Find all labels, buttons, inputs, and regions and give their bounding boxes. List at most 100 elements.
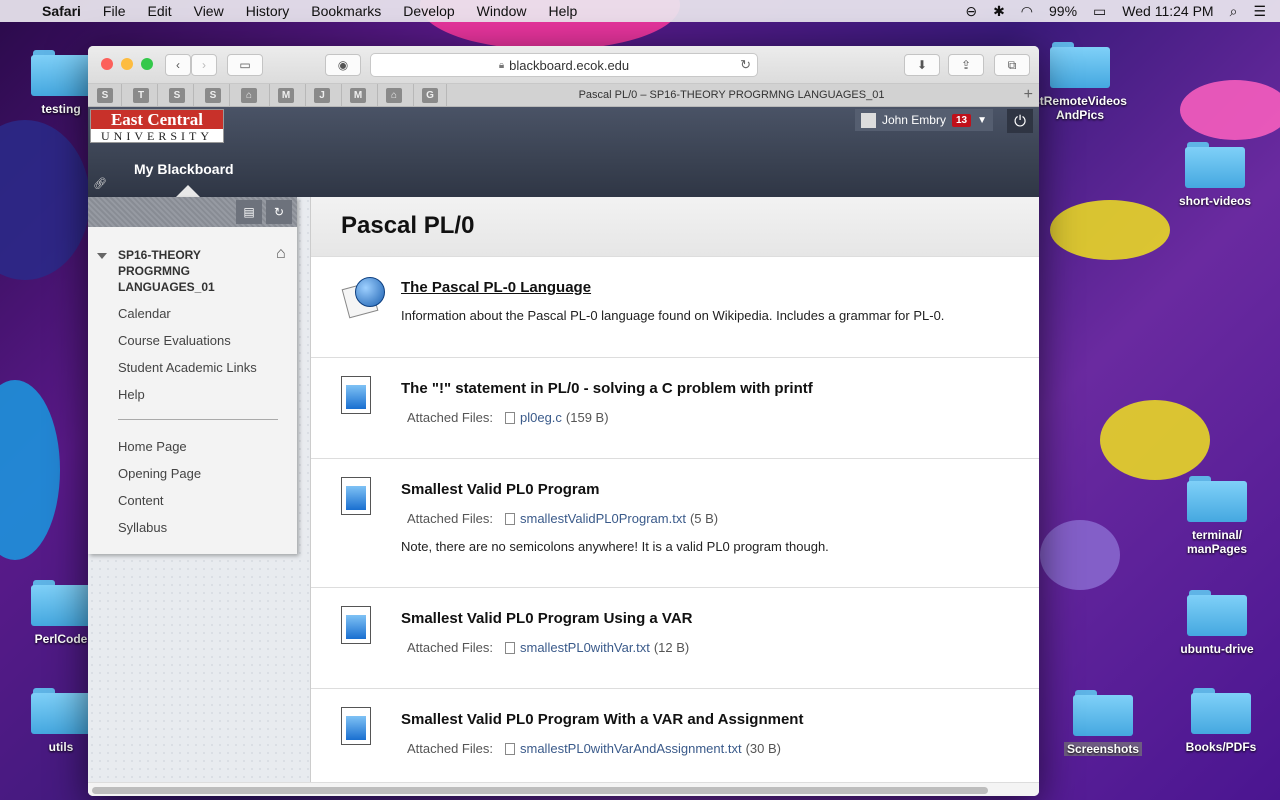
bluetooth-icon[interactable]: ✱ <box>993 3 1005 20</box>
horizontal-scrollbar[interactable] <box>88 782 1039 796</box>
desktop-folder-short-videos[interactable]: short-videos <box>1160 142 1270 208</box>
do-not-disturb-icon[interactable]: ⊖ <box>965 3 977 20</box>
content-item-note: Note, there are no semicolons anywhere! … <box>401 539 829 554</box>
menu-history[interactable]: History <box>246 3 290 19</box>
refresh-icon[interactable]: ↻ <box>266 200 292 224</box>
new-tab-button[interactable]: + <box>1024 86 1033 104</box>
active-tab-title[interactable]: Pascal PL/0 – SP16-THEORY PROGRMNG LANGU… <box>448 89 1015 101</box>
desktop-folder-terminal-manpages[interactable]: terminal/ manPages <box>1162 476 1272 556</box>
folder-icon <box>31 580 91 626</box>
pinned-tab-github-icon[interactable]: ⌂ <box>386 88 402 103</box>
home-icon[interactable]: ⌂ <box>276 245 286 263</box>
sidebar-item-content[interactable]: Content <box>118 493 164 508</box>
active-tab-indicator <box>176 185 200 197</box>
menu-help[interactable]: Help <box>548 3 577 19</box>
privacy-shield-button[interactable]: ◉ <box>325 54 361 76</box>
sidebar-item-home-page[interactable]: Home Page <box>118 439 187 454</box>
sidebar-item-course-evaluations[interactable]: Course Evaluations <box>118 333 231 348</box>
desktop-folder-label: Books/PDFs <box>1185 740 1257 754</box>
pinned-tab-favicon[interactable]: G <box>422 88 438 103</box>
attachment-link[interactable]: pl0eg.c <box>520 410 562 425</box>
back-button[interactable]: ‹ <box>165 54 191 76</box>
folder-icon <box>1073 690 1133 736</box>
sidebar-item-syllabus[interactable]: Syllabus <box>118 520 167 535</box>
pinned-tab-favicon[interactable]: M <box>350 88 366 103</box>
sidebar-item-opening-page[interactable]: Opening Page <box>118 466 201 481</box>
pinned-tab-favicon[interactable]: T <box>133 88 149 103</box>
tabs-overview-button[interactable]: ⧉ <box>994 54 1030 76</box>
pinned-tab-favicon[interactable]: S <box>205 88 221 103</box>
pinned-tab-favicon[interactable]: S <box>97 88 113 103</box>
wallpaper-splat <box>1180 80 1280 140</box>
pinned-tab-github-icon[interactable]: ⌂ <box>241 88 257 103</box>
close-window-button[interactable] <box>101 58 113 70</box>
collapse-triangle-icon[interactable] <box>97 253 107 259</box>
scrollbar-thumb[interactable] <box>92 787 988 794</box>
battery-icon[interactable]: ▭ <box>1093 3 1106 20</box>
content-item-title: Smallest Valid PL0 Program <box>401 481 600 498</box>
minimize-window-button[interactable] <box>121 58 133 70</box>
browser-toolbar: ‹ › ▭ ◉ 🔒︎ blackboard.ecok.edu ↻ ⬇ ⇪ ⧉ <box>88 46 1039 84</box>
link-icon[interactable]: 🔗︎ <box>93 177 107 190</box>
sidebar-item-student-academic-links[interactable]: Student Academic Links <box>118 360 257 375</box>
menu-develop[interactable]: Develop <box>403 3 454 19</box>
menu-window[interactable]: Window <box>477 3 527 19</box>
attachment-link[interactable]: smallestValidPL0Program.txt <box>520 511 686 526</box>
folder-icon <box>1191 688 1251 734</box>
desktop-folder-remote-videos[interactable]: stRemoteVideos AndPics <box>1025 42 1135 122</box>
attachment-size: (159 B) <box>565 410 609 425</box>
sidebar-toggle-button[interactable]: ▭ <box>227 54 263 76</box>
page-title-bar: Pascal PL/0 <box>311 197 1039 257</box>
attached-files: Attached Files: smallestPL0withVarAndAss… <box>407 741 781 756</box>
pinned-tab-favicon[interactable]: J <box>314 88 330 103</box>
address-bar[interactable]: 🔒︎ blackboard.ecok.edu ↻ <box>370 53 758 77</box>
pinned-tab-favicon[interactable]: M <box>278 88 294 103</box>
share-button[interactable]: ⇪ <box>948 54 984 76</box>
tab-bar: S T S S ⌂ M J M ⌂ G Pascal PL/0 – SP16-T… <box>88 84 1039 107</box>
forward-button[interactable]: › <box>191 54 217 76</box>
attachment-size: (12 B) <box>653 640 690 655</box>
chevron-down-icon: ▼ <box>977 114 987 126</box>
battery-percent[interactable]: 99% <box>1049 3 1077 19</box>
desktop-folder-ubuntu-drive[interactable]: ubuntu-drive <box>1162 590 1272 656</box>
folder-view-icon[interactable]: ▤ <box>236 200 262 224</box>
weblink-globe-icon <box>341 275 385 319</box>
pinned-tab-favicon[interactable]: S <box>169 88 185 103</box>
document-icon <box>341 606 371 644</box>
attached-files-label: Attached Files: <box>407 511 493 526</box>
content-item-title-link[interactable]: The Pascal PL-0 Language <box>401 279 591 296</box>
attachment-link[interactable]: smallestPL0withVarAndAssignment.txt <box>520 741 742 756</box>
desktop-folder-books-pdfs[interactable]: Books/PDFs <box>1166 688 1276 754</box>
menu-file[interactable]: File <box>103 3 126 19</box>
attached-files-label: Attached Files: <box>407 410 493 425</box>
attached-files: Attached Files: smallestPL0withVar.txt (… <box>407 640 689 655</box>
zoom-window-button[interactable] <box>141 58 153 70</box>
sidebar-item-calendar[interactable]: Calendar <box>118 306 171 321</box>
university-logo[interactable]: East Central UNIVERSITY <box>90 109 224 143</box>
lock-icon: 🔒︎ <box>498 59 505 71</box>
folder-icon <box>31 688 91 734</box>
course-menu: ▤ ↻ SP16-THEORY PROGRMNG LANGUAGES_01 ⌂ … <box>88 197 297 554</box>
logout-power-icon[interactable]: ⏻ <box>1007 109 1033 133</box>
downloads-button[interactable]: ⬇ <box>904 54 940 76</box>
spotlight-icon[interactable]: ⌕ <box>1230 3 1238 20</box>
menu-bookmarks[interactable]: Bookmarks <box>311 3 381 19</box>
menu-edit[interactable]: Edit <box>147 3 171 19</box>
menu-app-safari[interactable]: Safari <box>42 3 81 19</box>
wifi-icon[interactable]: ◠ <box>1021 3 1033 20</box>
menu-clock[interactable]: Wed 11:24 PM <box>1122 3 1213 19</box>
file-icon <box>505 411 515 424</box>
course-title[interactable]: SP16-THEORY PROGRMNG LANGUAGES_01 <box>118 247 238 295</box>
user-menu[interactable]: John Embry 13 ▼ <box>854 109 993 131</box>
sidebar-item-help[interactable]: Help <box>118 387 145 402</box>
logo-line2: UNIVERSITY <box>101 129 213 143</box>
file-icon <box>505 742 515 755</box>
user-name: John Embry <box>881 113 946 127</box>
desktop-folder-screenshots[interactable]: Screenshots <box>1048 690 1158 756</box>
attachment-link[interactable]: smallestPL0withVar.txt <box>520 640 650 655</box>
my-blackboard-tab[interactable]: My Blackboard <box>134 161 234 177</box>
folder-icon <box>1187 476 1247 522</box>
notification-center-icon[interactable]: ☰ <box>1253 3 1266 20</box>
reload-icon[interactable]: ↻ <box>740 57 751 73</box>
menu-view[interactable]: View <box>194 3 224 19</box>
